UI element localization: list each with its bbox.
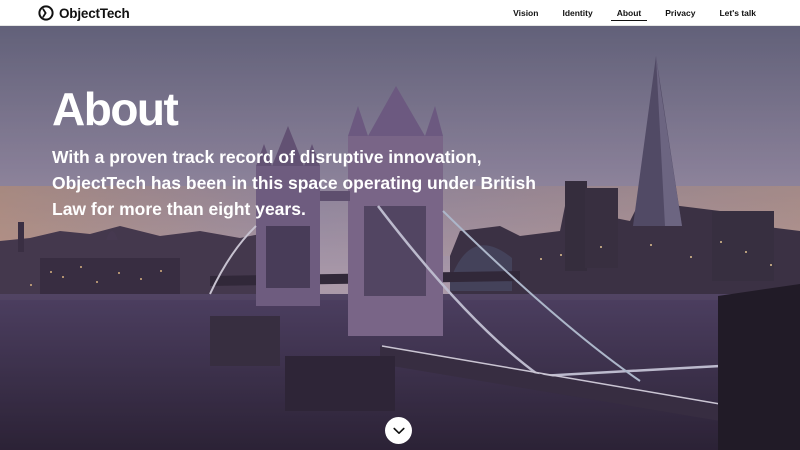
brand-name: ObjectTech (59, 5, 130, 21)
hero-section: About With a proven track record of disr… (0, 26, 800, 450)
nav-item-privacy[interactable]: Privacy (653, 0, 707, 26)
scroll-down-button[interactable] (385, 417, 412, 444)
nav-links: Vision Identity About Privacy Let's talk (501, 0, 768, 26)
nav-item-vision[interactable]: Vision (501, 0, 550, 26)
nav-item-lets-talk[interactable]: Let's talk (707, 0, 768, 26)
nav-item-about[interactable]: About (605, 0, 654, 26)
page-title: About (52, 83, 179, 135)
top-navigation: ObjectTech Vision Identity About Privacy… (0, 0, 800, 26)
about-description: With a proven track record of disruptive… (52, 147, 536, 219)
brand-logo[interactable]: ObjectTech (38, 3, 130, 23)
nav-item-identity[interactable]: Identity (550, 0, 604, 26)
chevron-down-icon (392, 427, 405, 434)
objecttech-logo-icon (38, 5, 54, 21)
